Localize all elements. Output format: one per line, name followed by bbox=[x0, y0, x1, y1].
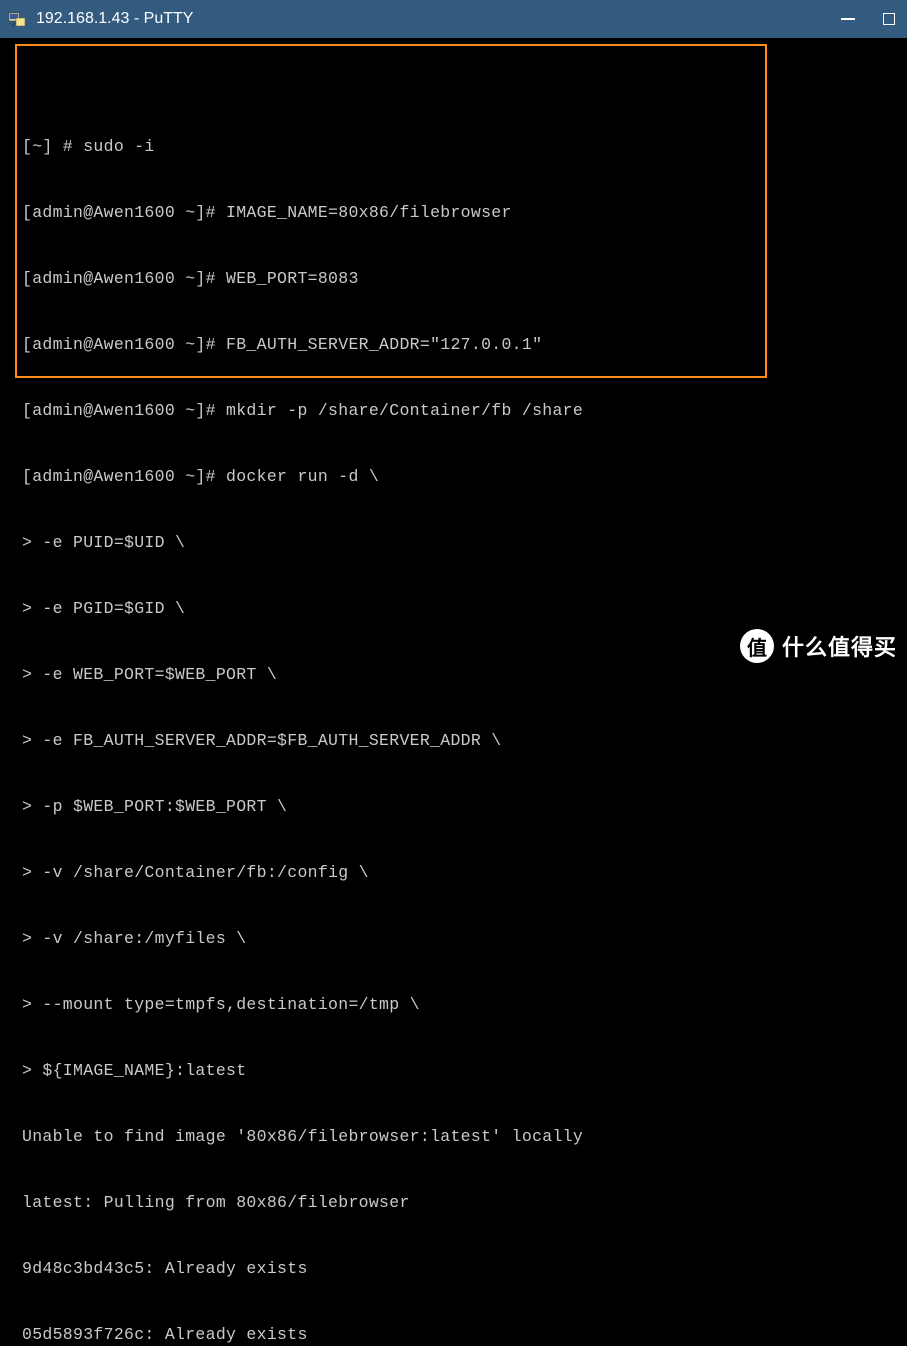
terminal-line: [admin@Awen1600 ~]# IMAGE_NAME=80x86/fil… bbox=[0, 202, 907, 224]
putty-icon bbox=[8, 10, 26, 28]
terminal-line: [~] # sudo -i bbox=[0, 136, 907, 158]
terminal-line: [admin@Awen1600 ~]# FB_AUTH_SERVER_ADDR=… bbox=[0, 334, 907, 356]
watermark: 值 什么值得买 bbox=[740, 629, 897, 663]
window-controls bbox=[841, 13, 899, 25]
window-titlebar: 192.168.1.43 - PuTTY bbox=[0, 0, 907, 38]
terminal-line: latest: Pulling from 80x86/filebrowser bbox=[0, 1192, 907, 1214]
terminal-line: > -p $WEB_PORT:$WEB_PORT \ bbox=[0, 796, 907, 818]
watermark-text: 什么值得买 bbox=[782, 630, 897, 662]
watermark-badge-icon: 值 bbox=[740, 629, 774, 663]
terminal-line: [admin@Awen1600 ~]# mkdir -p /share/Cont… bbox=[0, 400, 907, 422]
terminal-line: > -v /share/Container/fb:/config \ bbox=[0, 862, 907, 884]
terminal-output[interactable]: [~] # sudo -i [admin@Awen1600 ~]# IMAGE_… bbox=[0, 38, 907, 1346]
terminal-line: 9d48c3bd43c5: Already exists bbox=[0, 1258, 907, 1280]
terminal-line: [admin@Awen1600 ~]# WEB_PORT=8083 bbox=[0, 268, 907, 290]
terminal-line: > -v /share:/myfiles \ bbox=[0, 928, 907, 950]
terminal-line: > -e FB_AUTH_SERVER_ADDR=$FB_AUTH_SERVER… bbox=[0, 730, 907, 752]
maximize-button[interactable] bbox=[883, 13, 895, 25]
minimize-button[interactable] bbox=[841, 18, 855, 20]
terminal-line: > -e PGID=$GID \ bbox=[0, 598, 907, 620]
window-title: 192.168.1.43 - PuTTY bbox=[36, 10, 841, 28]
terminal-line: > -e PUID=$UID \ bbox=[0, 532, 907, 554]
terminal-line: Unable to find image '80x86/filebrowser:… bbox=[0, 1126, 907, 1148]
terminal-line: > --mount type=tmpfs,destination=/tmp \ bbox=[0, 994, 907, 1016]
terminal-line: 05d5893f726c: Already exists bbox=[0, 1324, 907, 1346]
terminal-line: > ${IMAGE_NAME}:latest bbox=[0, 1060, 907, 1082]
terminal-line: > -e WEB_PORT=$WEB_PORT \ bbox=[0, 664, 907, 686]
terminal-line: [admin@Awen1600 ~]# docker run -d \ bbox=[0, 466, 907, 488]
